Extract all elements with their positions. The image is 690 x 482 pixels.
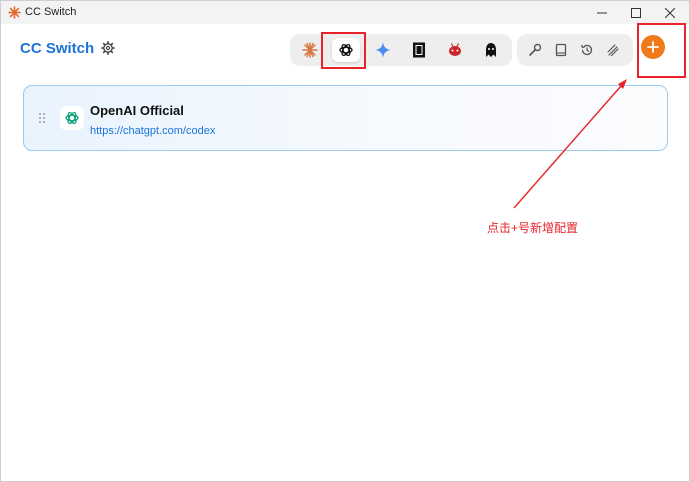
- annotation-arrow: [513, 79, 627, 209]
- annotation-text: 点击+号新增配置: [487, 221, 579, 235]
